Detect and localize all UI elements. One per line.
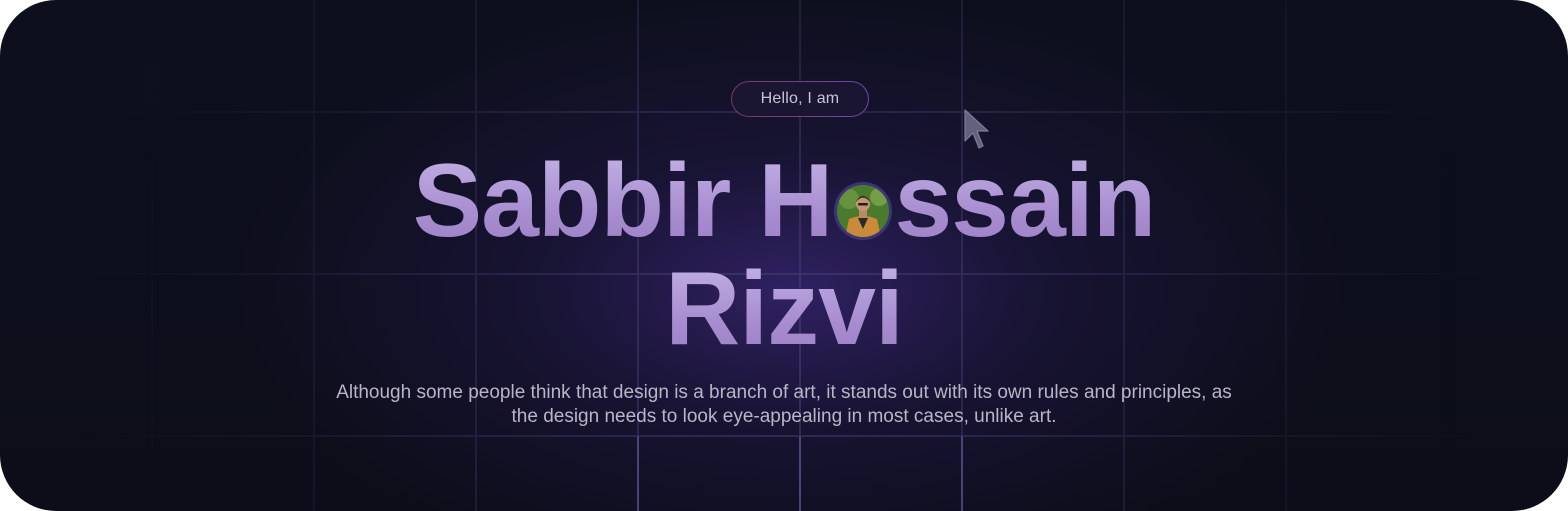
- intro-description: Although some people think that design i…: [336, 382, 1232, 427]
- profile-photo-avatar: [837, 185, 890, 237]
- name-heading-line2: Rizvi: [0, 254, 1568, 364]
- name-first-part: Sabbir H: [412, 143, 833, 259]
- name-heading-line1: Sabbir H ssain: [0, 146, 1568, 256]
- name-second-part: ssain: [894, 143, 1156, 259]
- greeting-badge: Hello, I am: [731, 81, 869, 117]
- avatar: [834, 182, 893, 240]
- hero-section: Hello, I am Sabbir H ssain Rizvi Althoug…: [0, 0, 1568, 511]
